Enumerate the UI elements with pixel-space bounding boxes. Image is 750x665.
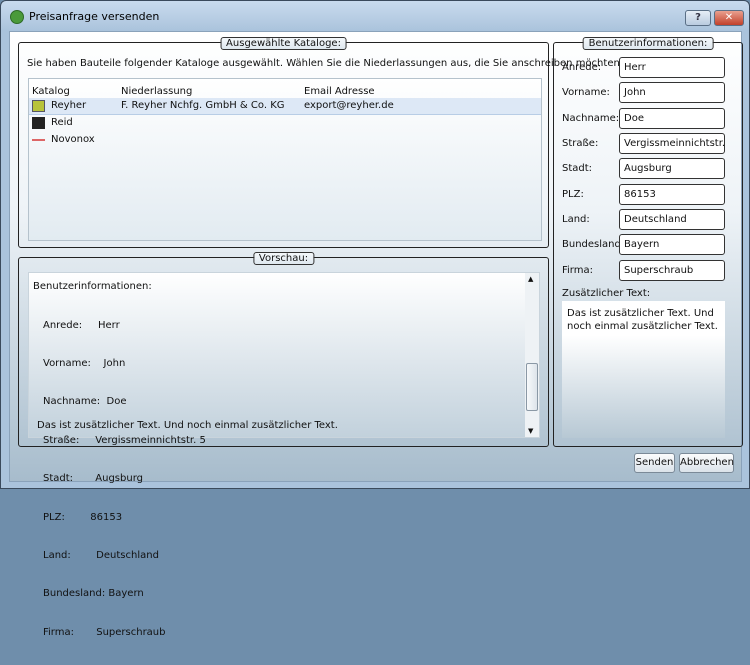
dialog-window: Preisanfrage versenden ? ✕ Ausgewählte K… [0,0,750,638]
preview-line: Straße: Vergissmeinnichtstr. 5 [43,434,206,446]
catalog-name: Novonox [51,134,95,145]
firma-field[interactable]: Superschraub [619,260,725,281]
preview-legend: Vorschau: [252,252,315,265]
email-address[interactable]: export@reyher.de [304,100,394,111]
catalog-name: Reid [51,117,73,128]
label-strasse: Straße: [562,138,599,149]
catalogs-instruction: Sie haben Bauteile folgender Kataloge au… [27,58,624,69]
bundesland-field[interactable]: Bayern [619,234,725,255]
user-info-legend: Benutzerinformationen: [582,37,714,50]
catalog-list[interactable]: Katalog Niederlassung Email Adresse Reyh… [28,78,542,241]
scroll-up-icon[interactable]: ▲ [528,275,533,283]
preview-line: PLZ: 86153 [43,511,123,523]
preview-lines: Anrede: Herr Vorname: John Nachname: Doe… [43,294,206,665]
help-button[interactable]: ? [685,10,711,26]
preview-scrollbar[interactable]: ▲ ▼ [525,273,539,437]
label-anrede: Anrede: [562,62,602,73]
column-header-catalog[interactable]: Katalog [32,86,70,97]
preview-line: Bundesland: Bayern [43,588,144,600]
novonox-logo-icon [32,139,45,141]
extra-text-area[interactable]: Das ist zusätzlicher Text. Und noch einm… [562,301,725,438]
label-bundesland: Bundesland: [562,239,625,250]
preview-line: Anrede: Herr [43,319,120,331]
list-item-reyher[interactable]: Reyher F. Reyher Nchfg. GmbH & Co. KG ex… [29,98,541,115]
preview-group: Vorschau: Benutzerinformationen: Anrede:… [18,252,549,638]
scroll-down-icon[interactable]: ▼ [528,427,533,435]
vorname-field[interactable]: John [619,82,725,103]
catalog-name: Reyher [51,100,87,111]
label-plz: PLZ: [562,189,584,200]
preview-extra-text: Das ist zusätzlicher Text. Und noch einm… [37,420,338,431]
app-icon [10,10,24,24]
preview-heading: Benutzerinformationen: [33,281,152,292]
user-info-group: Benutzerinformationen: Anrede: Herr Vorn… [553,37,743,447]
close-button[interactable]: ✕ [714,10,744,26]
label-extra-text: Zusätzlicher Text: [562,288,651,299]
label-nachname: Nachname: [562,113,620,124]
catalogs-group: Ausgewählte Kataloge: Sie haben Bauteile… [18,37,623,248]
preview-line: Land: Deutschland [43,549,159,561]
strasse-field[interactable]: Vergissmeinnichtstr. 5 [619,133,725,154]
send-button[interactable]: Senden [634,453,675,473]
window-title: Preisanfrage versenden [29,10,160,23]
preview-line: Firma: Superschraub [43,626,166,638]
scroll-thumb[interactable] [526,363,538,411]
label-land: Land: [562,214,590,225]
column-header-email[interactable]: Email Adresse [304,86,375,97]
plz-field[interactable]: 86153 [619,184,725,205]
label-firma: Firma: [562,265,593,276]
reyher-logo-icon [32,100,45,112]
label-stadt: Stadt: [562,163,593,174]
list-item-reid[interactable]: Reid [29,115,541,132]
anrede-field[interactable]: Herr [619,57,725,78]
preview-line: Nachname: Doe [43,396,127,408]
catalogs-legend: Ausgewählte Kataloge: [220,37,347,50]
list-item-novonox[interactable]: Novonox [29,132,541,149]
reid-logo-icon [32,117,45,129]
nachname-field[interactable]: Doe [619,108,725,129]
column-header-branch[interactable]: Niederlassung [121,86,192,97]
label-vorname: Vorname: [562,87,610,98]
branch-select[interactable]: F. Reyher Nchfg. GmbH & Co. KG [121,100,285,111]
stadt-field[interactable]: Augsburg [619,158,725,179]
preview-text[interactable]: Benutzerinformationen: Anrede: Herr Vorn… [28,272,540,638]
preview-line: Stadt: Augsburg [43,473,143,485]
preview-line: Vorname: John [43,357,126,369]
land-field[interactable]: Deutschland [619,209,725,230]
cancel-button[interactable]: Abbrechen [679,453,734,473]
dialog-body: Ausgewählte Kataloge: Sie haben Bauteile… [9,31,743,638]
title-bar: Preisanfrage versenden ? ✕ [1,1,749,31]
